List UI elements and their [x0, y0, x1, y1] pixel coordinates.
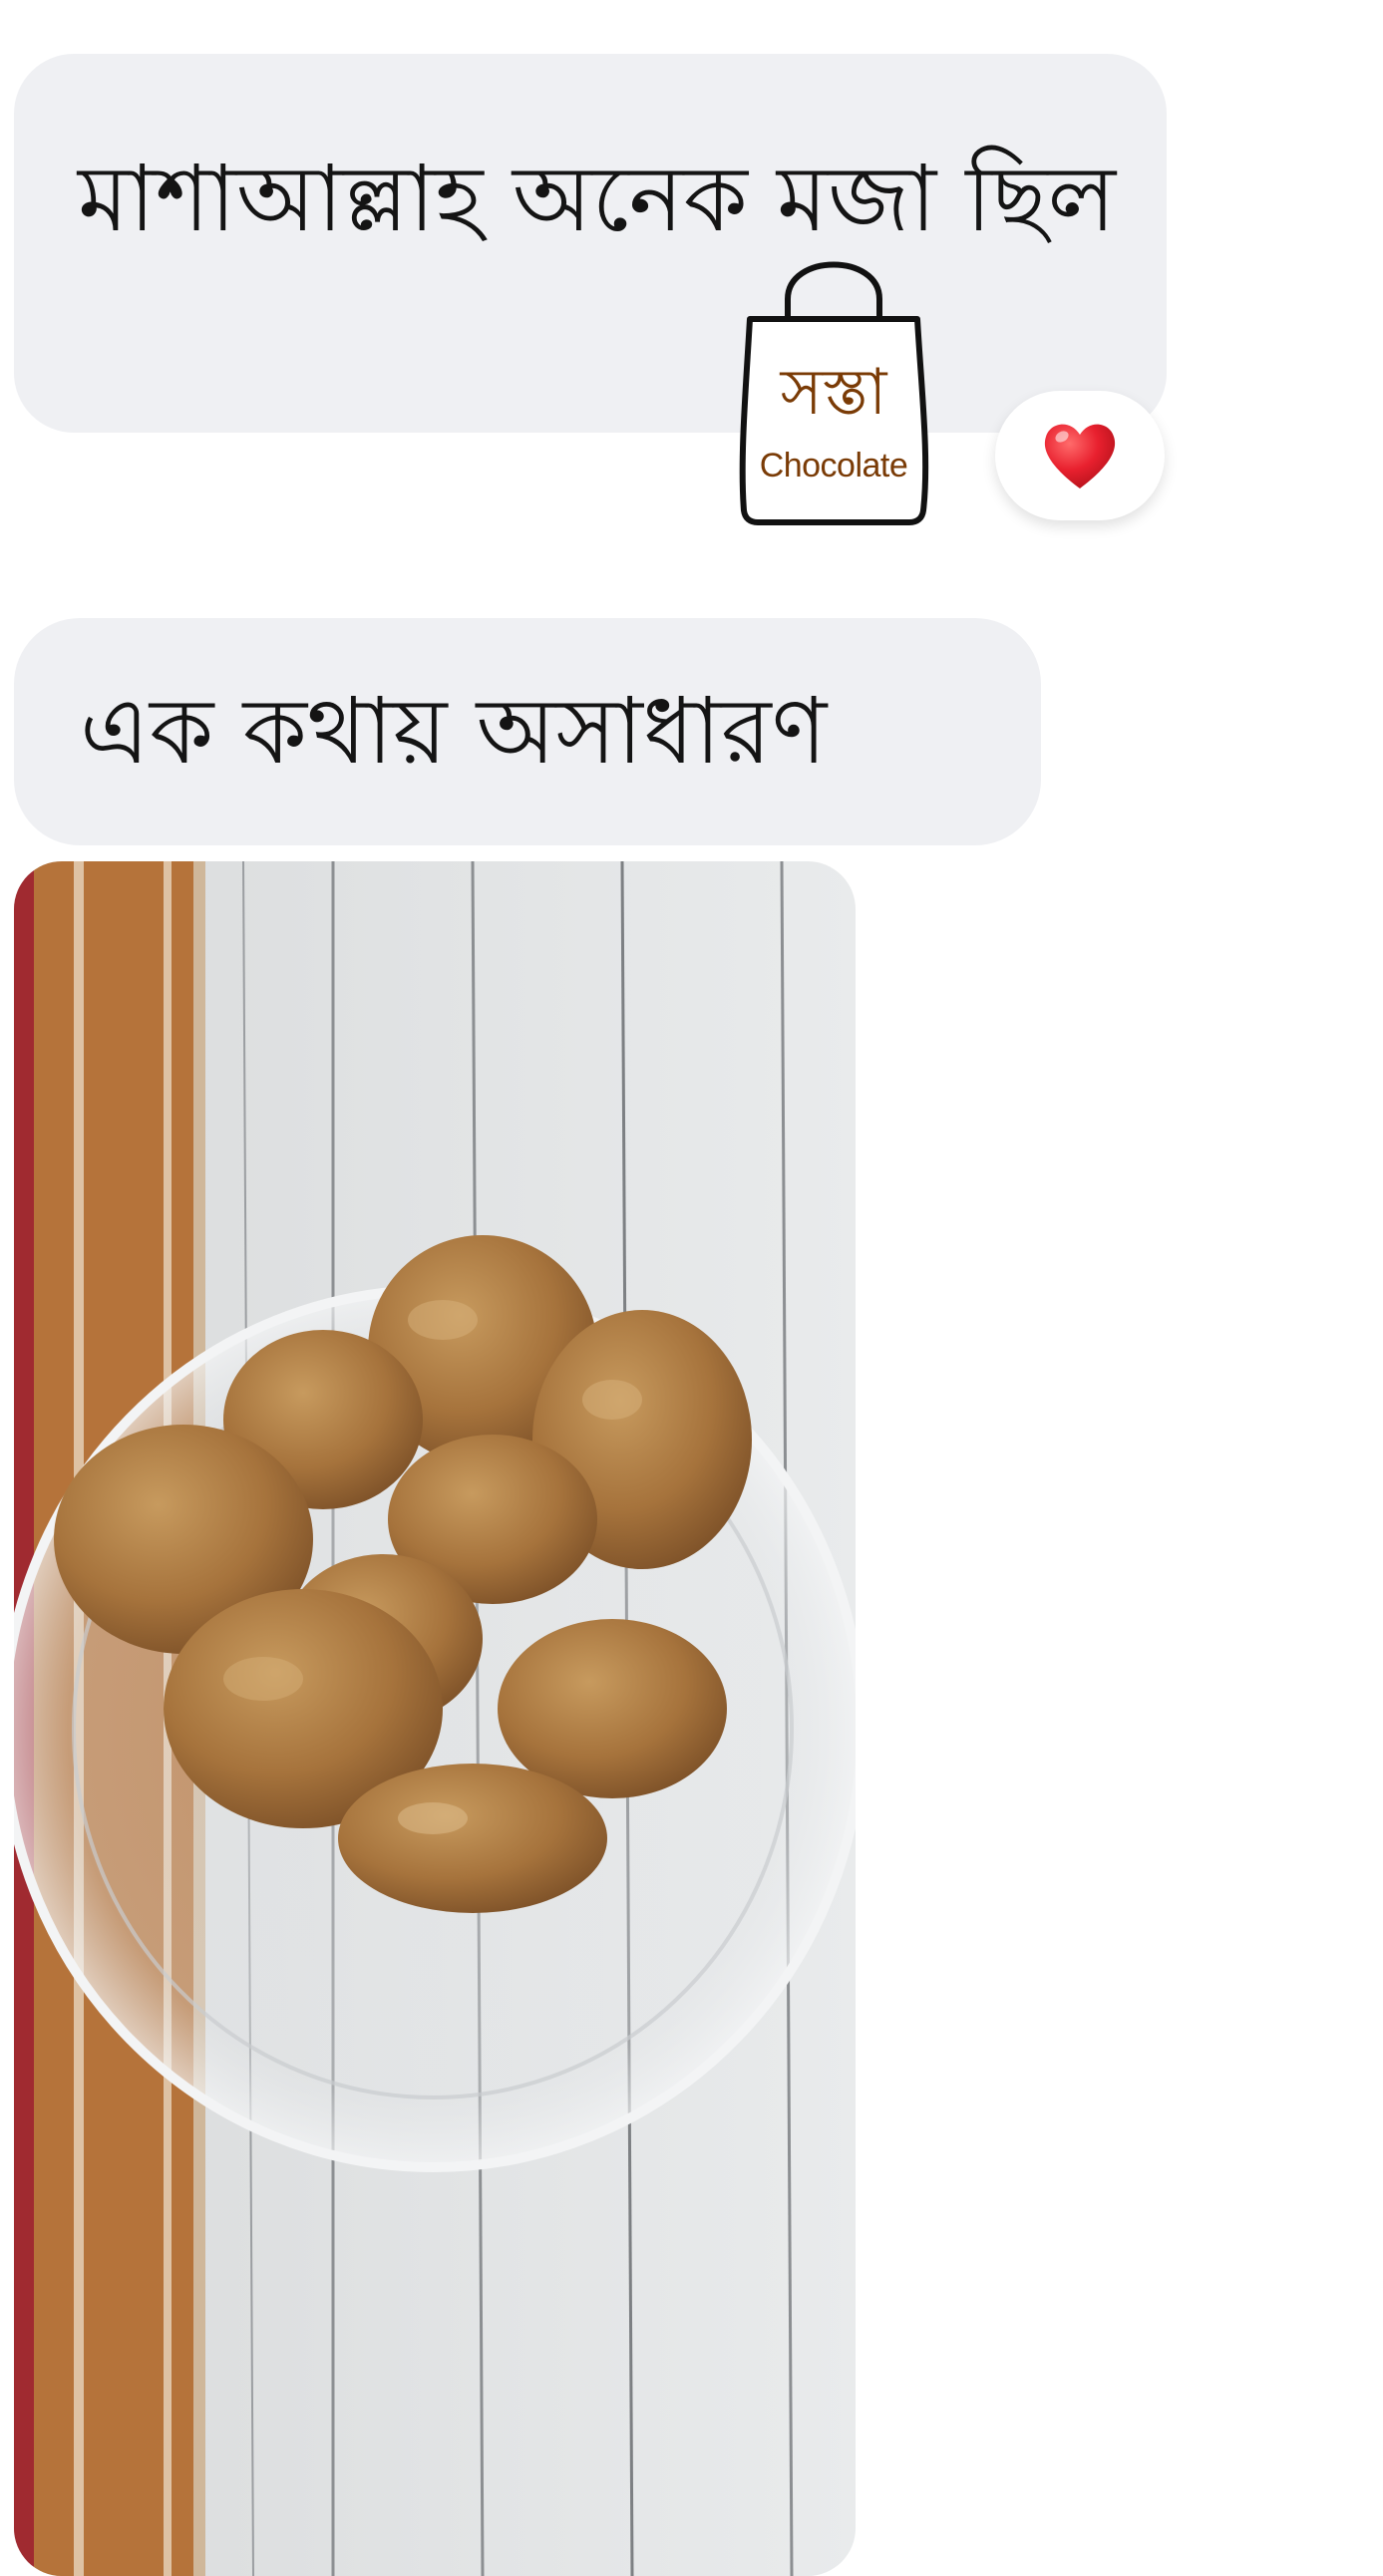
brand-name-english: Chocolate	[759, 447, 908, 484]
reaction-badge[interactable]	[995, 391, 1165, 520]
message-text: এক কথায় অসাধারণ	[80, 678, 828, 785]
message-bubble-2[interactable]: এক কথায় অসাধারণ	[14, 618, 1041, 845]
chocolate-cookies-photo[interactable]	[14, 861, 856, 2576]
heart-emoji-icon	[1044, 424, 1116, 488]
message-text: মাশাআল্লাহ অনেক মজা ছিল	[78, 146, 1116, 252]
brand-name-bengali: সস্তা	[780, 356, 887, 430]
brand-watermark: সস্তা Chocolate	[736, 249, 931, 528]
cookies-in-bowl-image	[14, 861, 856, 2576]
message-bubble-1[interactable]: মাশাআল্লাহ অনেক মজা ছিল	[14, 54, 1167, 433]
